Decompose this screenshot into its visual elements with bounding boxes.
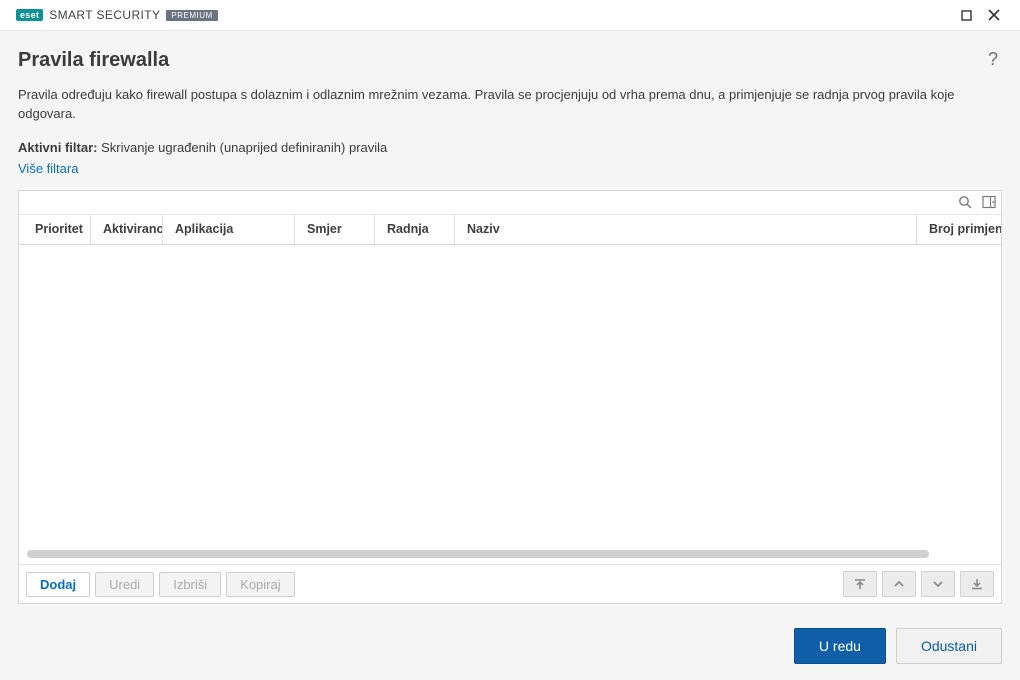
move-up-button[interactable] (882, 571, 916, 597)
help-button[interactable]: ? (984, 49, 1002, 70)
horizontal-scrollbar[interactable] (27, 550, 929, 558)
page-description: Pravila određuju kako firewall postupa s… (18, 86, 1002, 124)
col-name[interactable]: Naziv (455, 215, 917, 244)
maximize-button[interactable] (952, 4, 980, 26)
ok-button[interactable]: U redu (794, 628, 886, 664)
more-filters-link[interactable]: Više filtara (18, 161, 1002, 176)
grid-header: Prioritet Aktivirano Aplikacija Smjer Ra… (19, 215, 1001, 245)
col-hits[interactable]: Broj primjena (917, 215, 1001, 244)
grid-topbar (19, 191, 1001, 215)
close-button[interactable] (980, 4, 1008, 26)
move-top-button[interactable] (843, 571, 877, 597)
columns-icon[interactable] (977, 191, 1001, 213)
brand-badge: eset (16, 9, 43, 21)
col-priority[interactable]: Prioritet (19, 215, 91, 244)
edit-button[interactable]: Uredi (95, 572, 154, 597)
titlebar: eset SMART SECURITY PREMIUM (0, 0, 1020, 30)
col-application[interactable]: Aplikacija (163, 215, 295, 244)
brand-text: SMART SECURITY (49, 8, 160, 22)
content: Pravila firewalla ? Pravila određuju kak… (0, 30, 1020, 680)
move-bottom-button[interactable] (960, 571, 994, 597)
page-title: Pravila firewalla (18, 49, 169, 72)
active-filter: Aktivni filtar: Skrivanje ugrađenih (una… (18, 140, 1002, 155)
col-action[interactable]: Radnja (375, 215, 455, 244)
dialog-footer: U redu Odustani (18, 604, 1002, 664)
premium-badge: PREMIUM (166, 10, 217, 21)
copy-button[interactable]: Kopiraj (226, 572, 294, 597)
col-direction[interactable]: Smjer (295, 215, 375, 244)
grid-body (19, 245, 1001, 564)
grid-actions: Dodaj Uredi Izbriši Kopiraj (19, 564, 1001, 603)
rules-grid: Prioritet Aktivirano Aplikacija Smjer Ra… (18, 190, 1002, 604)
col-enabled[interactable]: Aktivirano (91, 215, 163, 244)
delete-button[interactable]: Izbriši (159, 572, 221, 597)
move-down-button[interactable] (921, 571, 955, 597)
search-icon[interactable] (953, 191, 977, 213)
cancel-button[interactable]: Odustani (896, 628, 1002, 664)
add-button[interactable]: Dodaj (26, 572, 90, 597)
